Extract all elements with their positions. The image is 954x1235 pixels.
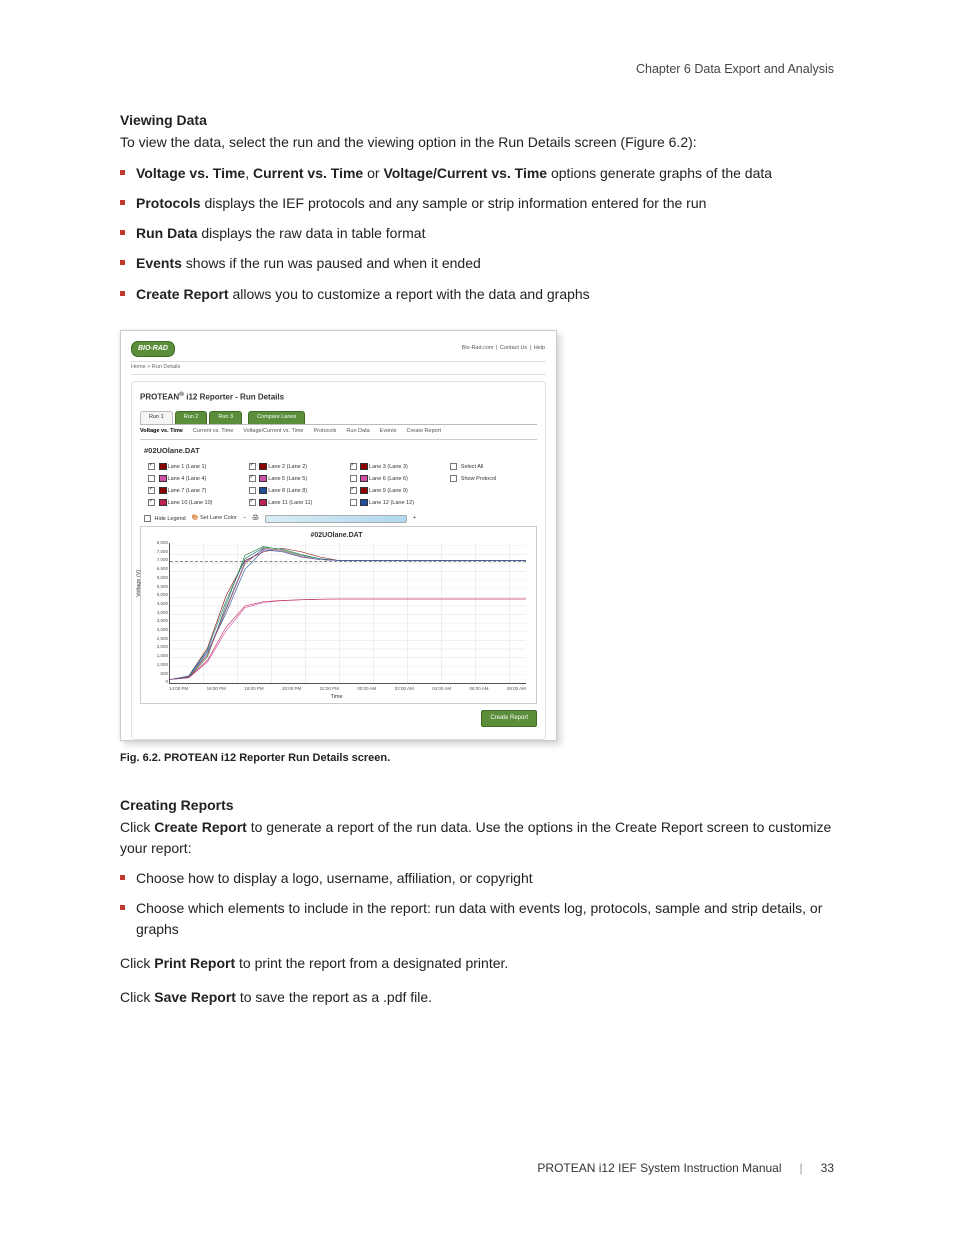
view-tab[interactable]: Events <box>380 428 397 436</box>
checkbox-icon[interactable] <box>148 487 155 494</box>
logo-biorad: BIO-RAD <box>131 341 175 357</box>
zoom-in-icon[interactable]: + <box>413 515 416 523</box>
file-name: #02UOlane.DAT <box>144 446 537 457</box>
creating-bullets: Choose how to display a logo, username, … <box>120 868 834 939</box>
x-axis-label: Time <box>143 694 530 702</box>
checkbox-icon[interactable] <box>450 475 457 482</box>
content: Viewing Data To view the data, select th… <box>120 110 834 1007</box>
run-tab[interactable]: Run 1 <box>140 411 173 424</box>
checkbox-icon[interactable] <box>450 463 457 470</box>
viewing-bullets: Voltage vs. Time, Current vs. Time or Vo… <box>120 163 834 304</box>
view-tab[interactable]: Protocols <box>313 428 336 436</box>
page: Chapter 6 Data Export and Analysis Viewi… <box>0 0 954 1235</box>
chart-lines <box>170 543 526 683</box>
color-swatch <box>259 463 267 470</box>
color-swatch <box>360 463 368 470</box>
y-ticks: 05001,0001,5002,0002,5003,0003,5004,0004… <box>144 540 168 686</box>
color-swatch <box>159 499 167 506</box>
lane-item[interactable]: Show Protocol <box>450 475 537 484</box>
color-swatch <box>159 475 167 482</box>
zoom-slider[interactable] <box>265 515 407 523</box>
chart-title: #02UOlane.DAT <box>143 531 530 541</box>
checkbox-icon[interactable] <box>249 475 256 482</box>
checkbox-icon[interactable] <box>148 475 155 482</box>
checkbox-icon[interactable] <box>249 487 256 494</box>
color-swatch <box>259 499 267 506</box>
lane-item[interactable]: Lane 10 (Lane 10) <box>148 499 235 508</box>
lane-item[interactable]: Lane 9 (Lane 9) <box>350 487 437 496</box>
bullet-item: Protocols displays the IEF protocols and… <box>120 193 834 213</box>
checkbox-icon[interactable] <box>148 463 155 470</box>
lane-item[interactable]: Lane 8 (Lane 8) <box>249 487 336 496</box>
run-details-panel: PROTEAN® i12 Reporter - Run Details Run … <box>131 381 546 740</box>
color-swatch <box>259 487 267 494</box>
bullet-item: Voltage vs. Time, Current vs. Time or Vo… <box>120 163 834 183</box>
run-tab[interactable]: Run 3 <box>209 411 242 424</box>
chart-box: #02UOlane.DAT Voltage (V) 05001,0001,500… <box>140 526 537 705</box>
bullet-item: Run Data displays the raw data in table … <box>120 223 834 243</box>
color-swatch <box>360 475 368 482</box>
view-tab[interactable]: Voltage vs. Time <box>140 428 183 436</box>
view-tab[interactable]: Current vs. Time <box>193 428 233 436</box>
color-swatch <box>360 487 368 494</box>
bullet-item: Choose which elements to include in the … <box>120 898 834 939</box>
lane-item[interactable]: Select All <box>450 463 537 472</box>
hide-legend-label: Hide Legend <box>155 516 186 522</box>
chart-tools: Hide Legend 🎨 Set Lane Color − 🖨 + <box>144 515 537 524</box>
create-report-button[interactable]: Create Report <box>481 710 537 727</box>
creating-intro: Click Create Report to generate a report… <box>120 817 834 858</box>
color-swatch <box>159 463 167 470</box>
bullet-item: Create Report allows you to customize a … <box>120 284 834 304</box>
checkbox-icon[interactable] <box>148 499 155 506</box>
print-report-line: Click Print Report to print the report f… <box>120 953 834 973</box>
figure-caption: Fig. 6.2. PROTEAN i12 Reporter Run Detai… <box>120 751 834 767</box>
x-ticks: 14:00 PM16:00 PM18:00 PM20:00 PM22:00 PM… <box>169 686 526 693</box>
lane-item[interactable]: Lane 12 (Lane 12) <box>350 499 437 508</box>
checkbox-icon[interactable] <box>350 499 357 506</box>
color-swatch <box>259 475 267 482</box>
figure-screenshot: BIO-RAD Bio-Rad.com | Contact Us | Help … <box>120 330 557 741</box>
lane-item[interactable]: Lane 5 (Lane 5) <box>249 475 336 484</box>
checkbox-icon[interactable] <box>350 463 357 470</box>
panel-title: PROTEAN® i12 Reporter - Run Details <box>140 390 537 403</box>
checkbox-icon[interactable] <box>249 499 256 506</box>
page-footer: PROTEAN i12 IEF System Instruction Manua… <box>537 1160 834 1177</box>
save-report-line: Click Save Report to save the report as … <box>120 987 834 1007</box>
run-tab[interactable]: Run 2 <box>175 411 208 424</box>
checkbox-icon[interactable] <box>249 463 256 470</box>
color-swatch <box>360 499 368 506</box>
lane-item[interactable]: Lane 11 (Lane 11) <box>249 499 336 508</box>
section-title-creating: Creating Reports <box>120 795 834 815</box>
run-tabs: Run 1Run 2Run 3 Compare Lanes <box>140 411 537 424</box>
lane-selection: Lane 1 (Lane 1) Lane 4 (Lane 4) Lane 7 (… <box>148 463 537 511</box>
section-title-viewing: Viewing Data <box>120 110 834 130</box>
view-tab[interactable]: Create Report <box>407 428 442 436</box>
checkbox-icon[interactable] <box>350 487 357 494</box>
bullet-item: Choose how to display a logo, username, … <box>120 868 834 888</box>
lane-item[interactable]: Lane 2 (Lane 2) <box>249 463 336 472</box>
color-swatch <box>159 487 167 494</box>
view-tab[interactable]: Voltage/Current vs. Time <box>243 428 303 436</box>
bullet-item: Events shows if the run was paused and w… <box>120 253 834 273</box>
chapter-header: Chapter 6 Data Export and Analysis <box>636 60 834 78</box>
lane-item[interactable]: Lane 3 (Lane 3) <box>350 463 437 472</box>
set-lane-color-button[interactable]: 🎨 Set Lane Color <box>192 515 237 523</box>
lane-item[interactable]: Lane 6 (Lane 6) <box>350 475 437 484</box>
y-axis-label: Voltage (V) <box>136 570 144 597</box>
compare-lanes-button[interactable]: Compare Lanes <box>248 411 305 424</box>
top-links: Bio-Rad.com | Contact Us | Help <box>461 345 546 353</box>
lane-item[interactable]: Lane 7 (Lane 7) <box>148 487 235 496</box>
checkbox-icon[interactable] <box>350 475 357 482</box>
chart-area: Voltage (V) 05001,0001,5002,0002,5003,00… <box>169 543 526 684</box>
lane-item[interactable]: Lane 4 (Lane 4) <box>148 475 235 484</box>
print-icon[interactable]: 🖨 <box>252 515 259 523</box>
breadcrumb[interactable]: Home » Run Details <box>131 361 546 375</box>
view-tabs: Voltage vs. Time Current vs. Time Voltage/… <box>140 424 537 440</box>
view-tab[interactable]: Run Data <box>346 428 369 436</box>
viewing-intro: To view the data, select the run and the… <box>120 132 834 152</box>
lane-item[interactable]: Lane 1 (Lane 1) <box>148 463 235 472</box>
zoom-out-icon[interactable]: − <box>243 515 246 523</box>
hide-legend-checkbox[interactable] <box>144 515 151 522</box>
